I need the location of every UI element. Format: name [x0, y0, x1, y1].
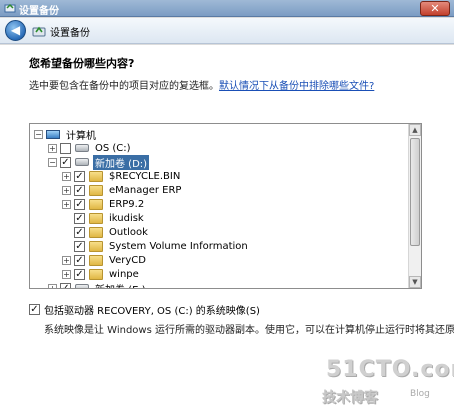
- folder-checkbox[interactable]: ✓: [74, 226, 85, 238]
- tree-label: OS (C:): [95, 142, 131, 154]
- window-title: 设置备份: [19, 6, 59, 17]
- folder-icon: [89, 226, 103, 238]
- scroll-up-icon[interactable]: ▲: [409, 124, 421, 136]
- system-image-label: 包括驱动器 RECOVERY, OS (C:) 的系统映像(S): [44, 306, 260, 317]
- folder-checkbox[interactable]: ✓: [74, 198, 85, 210]
- expand-icon[interactable]: +: [62, 269, 71, 279]
- folder-checkbox[interactable]: ✓: [74, 170, 85, 182]
- computer-icon: [46, 129, 60, 139]
- main-content: 您希望备份哪些内容? 选中要包含在备份中的项目对应的复选框。默认情况下从备份中排…: [0, 45, 454, 417]
- watermark-sub: 技术博客: [322, 390, 378, 406]
- expand-icon[interactable]: +: [62, 255, 71, 265]
- back-button[interactable]: ◀: [5, 20, 26, 41]
- tree-row-folder[interactable]: ✓ ikudisk: [62, 211, 146, 225]
- drive-d-checkbox[interactable]: ✓: [60, 156, 71, 168]
- tree-label: 新加卷 (E:): [93, 281, 148, 289]
- tree-row-drive-d[interactable]: − ✓ 新加卷 (D:): [48, 154, 150, 170]
- page-title: 设置备份: [50, 28, 90, 39]
- system-image-option[interactable]: ✓ 包括驱动器 RECOVERY, OS (C:) 的系统映像(S): [29, 302, 260, 317]
- backup-app-icon: [4, 3, 16, 13]
- expand-icon[interactable]: +: [48, 283, 57, 288]
- tree-label: ERP9.2: [109, 198, 145, 210]
- tree-label: Outlook: [109, 226, 148, 238]
- folder-icon: [89, 198, 103, 210]
- system-image-description: 系统映像是让 Windows 运行所需的驱动器副本。使用它，可以在计算机停止运行…: [44, 325, 454, 336]
- folder-icon: [89, 254, 103, 266]
- question-heading: 您希望备份哪些内容?: [29, 57, 135, 70]
- tree-row-folder[interactable]: + ✓ winpe: [62, 267, 141, 281]
- excluded-files-link[interactable]: 默认情况下从备份中排除哪些文件?: [219, 81, 374, 92]
- drive-e-checkbox[interactable]: ✓: [60, 282, 71, 288]
- folder-icon: [89, 212, 103, 224]
- folder-icon: [89, 170, 103, 182]
- instruction-label: 选中要包含在备份中的项目对应的复选框。: [29, 81, 219, 92]
- tree-label: System Volume Information: [109, 240, 248, 252]
- tree-row-folder[interactable]: + ✓ $RECYCLE.BIN: [62, 169, 182, 183]
- folder-icon: [89, 240, 103, 252]
- tree-row-folder[interactable]: ✓ System Volume Information: [62, 239, 250, 253]
- close-button[interactable]: ✕: [420, 1, 450, 16]
- tree-label: VeryCD: [109, 254, 146, 266]
- tree-row-computer[interactable]: − 计算机: [34, 127, 98, 142]
- expand-icon[interactable]: +: [62, 171, 71, 181]
- tree-label-selected: 新加卷 (D:): [93, 154, 150, 170]
- drive-c-checkbox[interactable]: [60, 142, 71, 154]
- drive-icon: [75, 144, 89, 152]
- tree-row-folder[interactable]: + ✓ VeryCD: [62, 253, 148, 267]
- backup-icon: [32, 26, 46, 37]
- watermark-main: 51CTO.com: [326, 357, 454, 382]
- tree-label: eManager ERP: [109, 184, 182, 196]
- navigation-bar: ◀ 设置备份: [0, 18, 454, 44]
- expand-icon[interactable]: +: [62, 185, 71, 195]
- tree-label: winpe: [109, 268, 139, 280]
- tree-row-folder[interactable]: ✓ Outlook: [62, 225, 150, 239]
- drive-icon: [75, 158, 89, 166]
- tree-row-folder[interactable]: + ✓ eManager ERP: [62, 183, 183, 197]
- system-image-checkbox[interactable]: ✓: [29, 304, 40, 315]
- tree-label: 计算机: [66, 130, 96, 142]
- collapse-icon[interactable]: −: [48, 157, 57, 167]
- folder-checkbox[interactable]: ✓: [74, 254, 85, 266]
- tree-row-folder[interactable]: + ✓ ERP9.2: [62, 197, 146, 211]
- tree-row-drive-c[interactable]: + OS (C:): [48, 141, 133, 155]
- tree-row-drive-e[interactable]: + ✓ 新加卷 (E:): [48, 281, 148, 289]
- watermark-blog: Blog: [410, 389, 430, 399]
- tree-label: ikudisk: [109, 212, 144, 224]
- folder-checkbox[interactable]: ✓: [74, 268, 85, 280]
- backup-items-tree[interactable]: − 计算机 + OS (C:) − ✓ 新加卷 (D:) + ✓ $RECYCL…: [29, 123, 422, 289]
- expand-icon[interactable]: +: [48, 143, 57, 153]
- drive-icon: [75, 284, 89, 288]
- folder-icon: [89, 268, 103, 280]
- scrollbar-thumb[interactable]: [410, 138, 420, 246]
- tree-scrollbar[interactable]: ▲ ▼: [408, 124, 421, 288]
- scroll-down-icon[interactable]: ▼: [409, 276, 421, 288]
- folder-checkbox[interactable]: ✓: [74, 184, 85, 196]
- expand-icon[interactable]: +: [62, 199, 71, 209]
- folder-checkbox[interactable]: ✓: [74, 212, 85, 224]
- folder-icon: [89, 184, 103, 196]
- window-titlebar: 设置备份 ✕: [0, 0, 454, 17]
- collapse-icon[interactable]: −: [34, 129, 43, 139]
- instruction-text: 选中要包含在备份中的项目对应的复选框。默认情况下从备份中排除哪些文件?: [29, 77, 374, 92]
- folder-checkbox[interactable]: ✓: [74, 240, 85, 252]
- tree-label: $RECYCLE.BIN: [109, 170, 181, 182]
- watermark: 51CTO.com 技术博客 Blog: [322, 355, 454, 415]
